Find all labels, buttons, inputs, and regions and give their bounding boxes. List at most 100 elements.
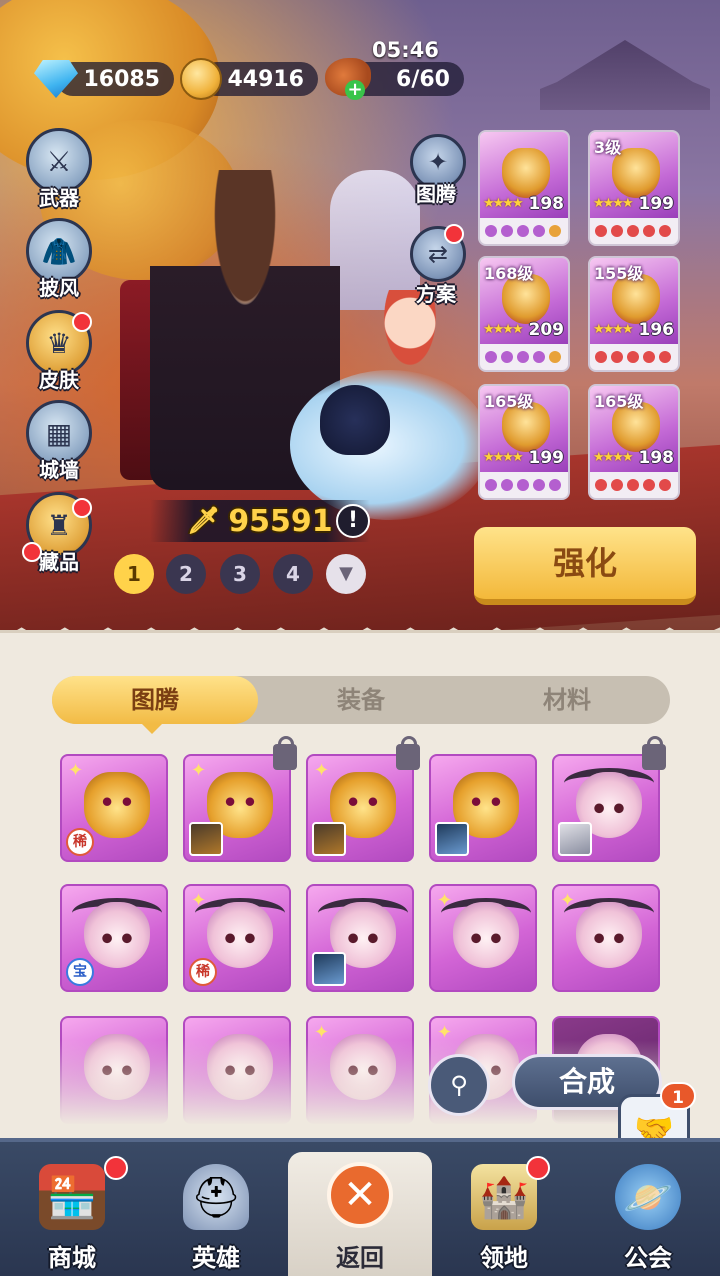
- hero-avatar: [189, 822, 223, 856]
- equipment-power: 196: [638, 320, 675, 340]
- inventory-tabs: 图腾 装备 材料: [52, 676, 670, 734]
- hero-avatar: [312, 822, 346, 856]
- clock-time: 05:46: [372, 38, 439, 62]
- totem-card[interactable]: ✦: [429, 884, 537, 992]
- equipment-level: 168级: [484, 264, 534, 283]
- totem-card[interactable]: ✦: [306, 736, 420, 862]
- side-menu-weapon[interactable]: ⚔ 武器: [24, 128, 94, 211]
- stamina-amount: 6/60: [396, 66, 450, 92]
- tab-equipment[interactable]: 装备: [258, 676, 464, 724]
- treasure-badge: 宝: [66, 958, 94, 986]
- shop-icon: 🏪: [39, 1164, 105, 1230]
- tab-materials[interactable]: 材料: [464, 676, 670, 724]
- equipment-stars: ★★★★: [593, 196, 634, 211]
- totem-card[interactable]: ✦ 稀: [183, 884, 291, 992]
- sparkle-icon: ✦: [191, 760, 207, 781]
- gem-sockets: [595, 351, 671, 363]
- equipment-stars: ★★★★: [483, 322, 524, 337]
- close-icon: ✕: [327, 1162, 393, 1228]
- equipment-level: 165级: [484, 392, 534, 411]
- nav-heroes[interactable]: ⛑ 英雄: [144, 1142, 288, 1276]
- chevron-down-icon[interactable]: ▼: [326, 554, 366, 594]
- sparkle-icon: ✦: [68, 760, 84, 781]
- filter-icon[interactable]: ⚲: [428, 1054, 490, 1116]
- totem-card[interactable]: ✦: [183, 736, 297, 862]
- rare-badge: 稀: [189, 958, 217, 986]
- hero-power-value: 95591: [228, 503, 333, 539]
- coin-amount: 44916: [227, 66, 304, 92]
- sparkle-icon: ✦: [314, 760, 330, 781]
- rare-badge: 稀: [66, 828, 94, 856]
- gem-sockets: [485, 351, 561, 363]
- guild-planet-icon: 🪐: [615, 1164, 681, 1230]
- skull-totem-icon: [84, 902, 150, 968]
- equipment-slot[interactable]: 168级 ★★★★ 209: [478, 256, 570, 372]
- totem-card[interactable]: ✦ 稀: [60, 754, 168, 862]
- loadout-page-3[interactable]: 3: [220, 554, 260, 594]
- castle-background: [330, 170, 420, 310]
- loadout-page-1[interactable]: 1: [114, 554, 154, 594]
- lock-icon: [273, 736, 297, 770]
- equipment-slot[interactable]: 3级 ★★★★ 199: [588, 130, 680, 246]
- side-menu-cape[interactable]: 🧥 披风: [24, 218, 94, 301]
- totem-card[interactable]: [306, 884, 414, 992]
- hero-avatar: [435, 822, 469, 856]
- temple-background: [540, 40, 710, 110]
- equipment-slot[interactable]: ★★★★ 198: [478, 130, 570, 246]
- totem-card[interactable]: 宝: [60, 884, 168, 992]
- equipment-level: 165级: [594, 392, 644, 411]
- gem-sockets: [595, 479, 671, 491]
- hero-helmet-icon: ⛑: [183, 1164, 249, 1230]
- plan-button-label: 方案: [416, 282, 456, 306]
- side-menu-label: 城墙: [39, 458, 79, 482]
- side-menu-label: 披风: [39, 276, 79, 300]
- skull-totem-icon: [453, 902, 519, 968]
- equipment-power: 199: [528, 448, 565, 468]
- side-menu-label: 武器: [39, 186, 79, 210]
- equipment-slot[interactable]: 165级 ★★★★ 199: [478, 384, 570, 500]
- loadout-page-2[interactable]: 2: [166, 554, 206, 594]
- totem-card[interactable]: [429, 754, 537, 862]
- pet-aura: [290, 370, 490, 520]
- nav-label: 英雄: [192, 1244, 240, 1272]
- lock-icon: [642, 736, 666, 770]
- equipment-power: 198: [638, 448, 675, 468]
- side-menu-wall[interactable]: ▦ 城墙: [24, 400, 94, 483]
- nav-shop[interactable]: 🏪 商城: [0, 1142, 144, 1276]
- totem-card[interactable]: [552, 736, 666, 862]
- equipment-stars: ★★★★: [593, 322, 634, 337]
- tiger-totem-icon: [84, 772, 150, 838]
- hero-avatar: [558, 822, 592, 856]
- nav-back[interactable]: ✕ 返回: [288, 1152, 432, 1276]
- lock-icon: [396, 736, 420, 770]
- equipment-stars: ★★★★: [593, 450, 634, 465]
- skull-totem-icon: [576, 902, 642, 968]
- tab-totem[interactable]: 图腾: [52, 676, 258, 734]
- nav-label: 领地: [480, 1244, 528, 1272]
- hero-avatar: [312, 952, 346, 986]
- equipment-slot[interactable]: 165级 ★★★★ 198: [588, 384, 680, 500]
- nav-label: 商城: [48, 1244, 96, 1272]
- gem-sockets: [485, 225, 561, 237]
- skull-totem-icon: [207, 902, 273, 968]
- nav-guild[interactable]: 🪐 公会: [576, 1142, 720, 1276]
- notification-dot: [104, 1156, 128, 1180]
- equipment-power: 198: [528, 194, 565, 214]
- power-info-icon[interactable]: !: [336, 504, 370, 538]
- notification-dot: [526, 1156, 550, 1180]
- equipment-slot[interactable]: 155级 ★★★★ 196: [588, 256, 680, 372]
- equipment-level: 155级: [594, 264, 644, 283]
- strengthen-button[interactable]: 强化: [474, 527, 696, 605]
- loadout-page-4[interactable]: 4: [273, 554, 313, 594]
- totem-card[interactable]: ✦: [552, 884, 660, 992]
- add-stamina-icon[interactable]: +: [345, 80, 365, 100]
- nav-territory[interactable]: 🏰 领地: [432, 1142, 576, 1276]
- nav-label: 返回: [336, 1244, 384, 1272]
- equipment-stars: ★★★★: [483, 450, 524, 465]
- totem-button-label: 图腾: [416, 182, 456, 206]
- side-menu-label: 皮肤: [39, 368, 79, 392]
- equipment-level: 3级: [594, 138, 622, 157]
- notification-dot: [72, 312, 92, 332]
- gem-sockets: [485, 479, 561, 491]
- friend-count-badge: 1: [660, 1082, 696, 1110]
